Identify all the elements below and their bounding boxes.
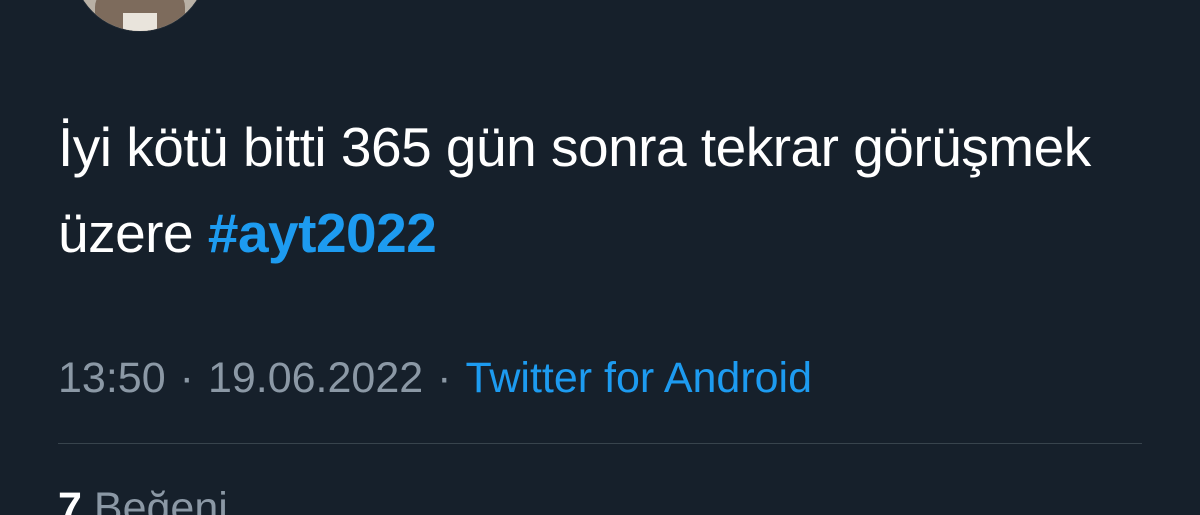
meta-separator: · (179, 354, 194, 402)
likes-label: Beğeni (93, 484, 228, 515)
tweet-time: 13:50 (58, 354, 166, 402)
tweet-date: 19.06.2022 (207, 354, 424, 402)
avatar[interactable] (73, 0, 207, 31)
user-avatar-icon (73, 0, 207, 31)
tweet-source-link[interactable]: Twitter for Android (465, 354, 812, 402)
tweet-detail-view: İyi kötü bitti 365 gün sonra tekrar görü… (0, 0, 1200, 515)
hashtag-link[interactable]: #ayt2022 (208, 202, 437, 264)
likes-count: 7 (58, 484, 82, 515)
likes-stat[interactable]: 7 Beğeni (58, 480, 228, 515)
tweet-metadata: 13:50 · 19.06.2022 · Twitter for Android (58, 350, 812, 406)
tweet-text: İyi kötü bitti 365 gün sonra tekrar görü… (58, 104, 1108, 276)
divider (58, 443, 1142, 444)
meta-separator: · (437, 354, 452, 402)
